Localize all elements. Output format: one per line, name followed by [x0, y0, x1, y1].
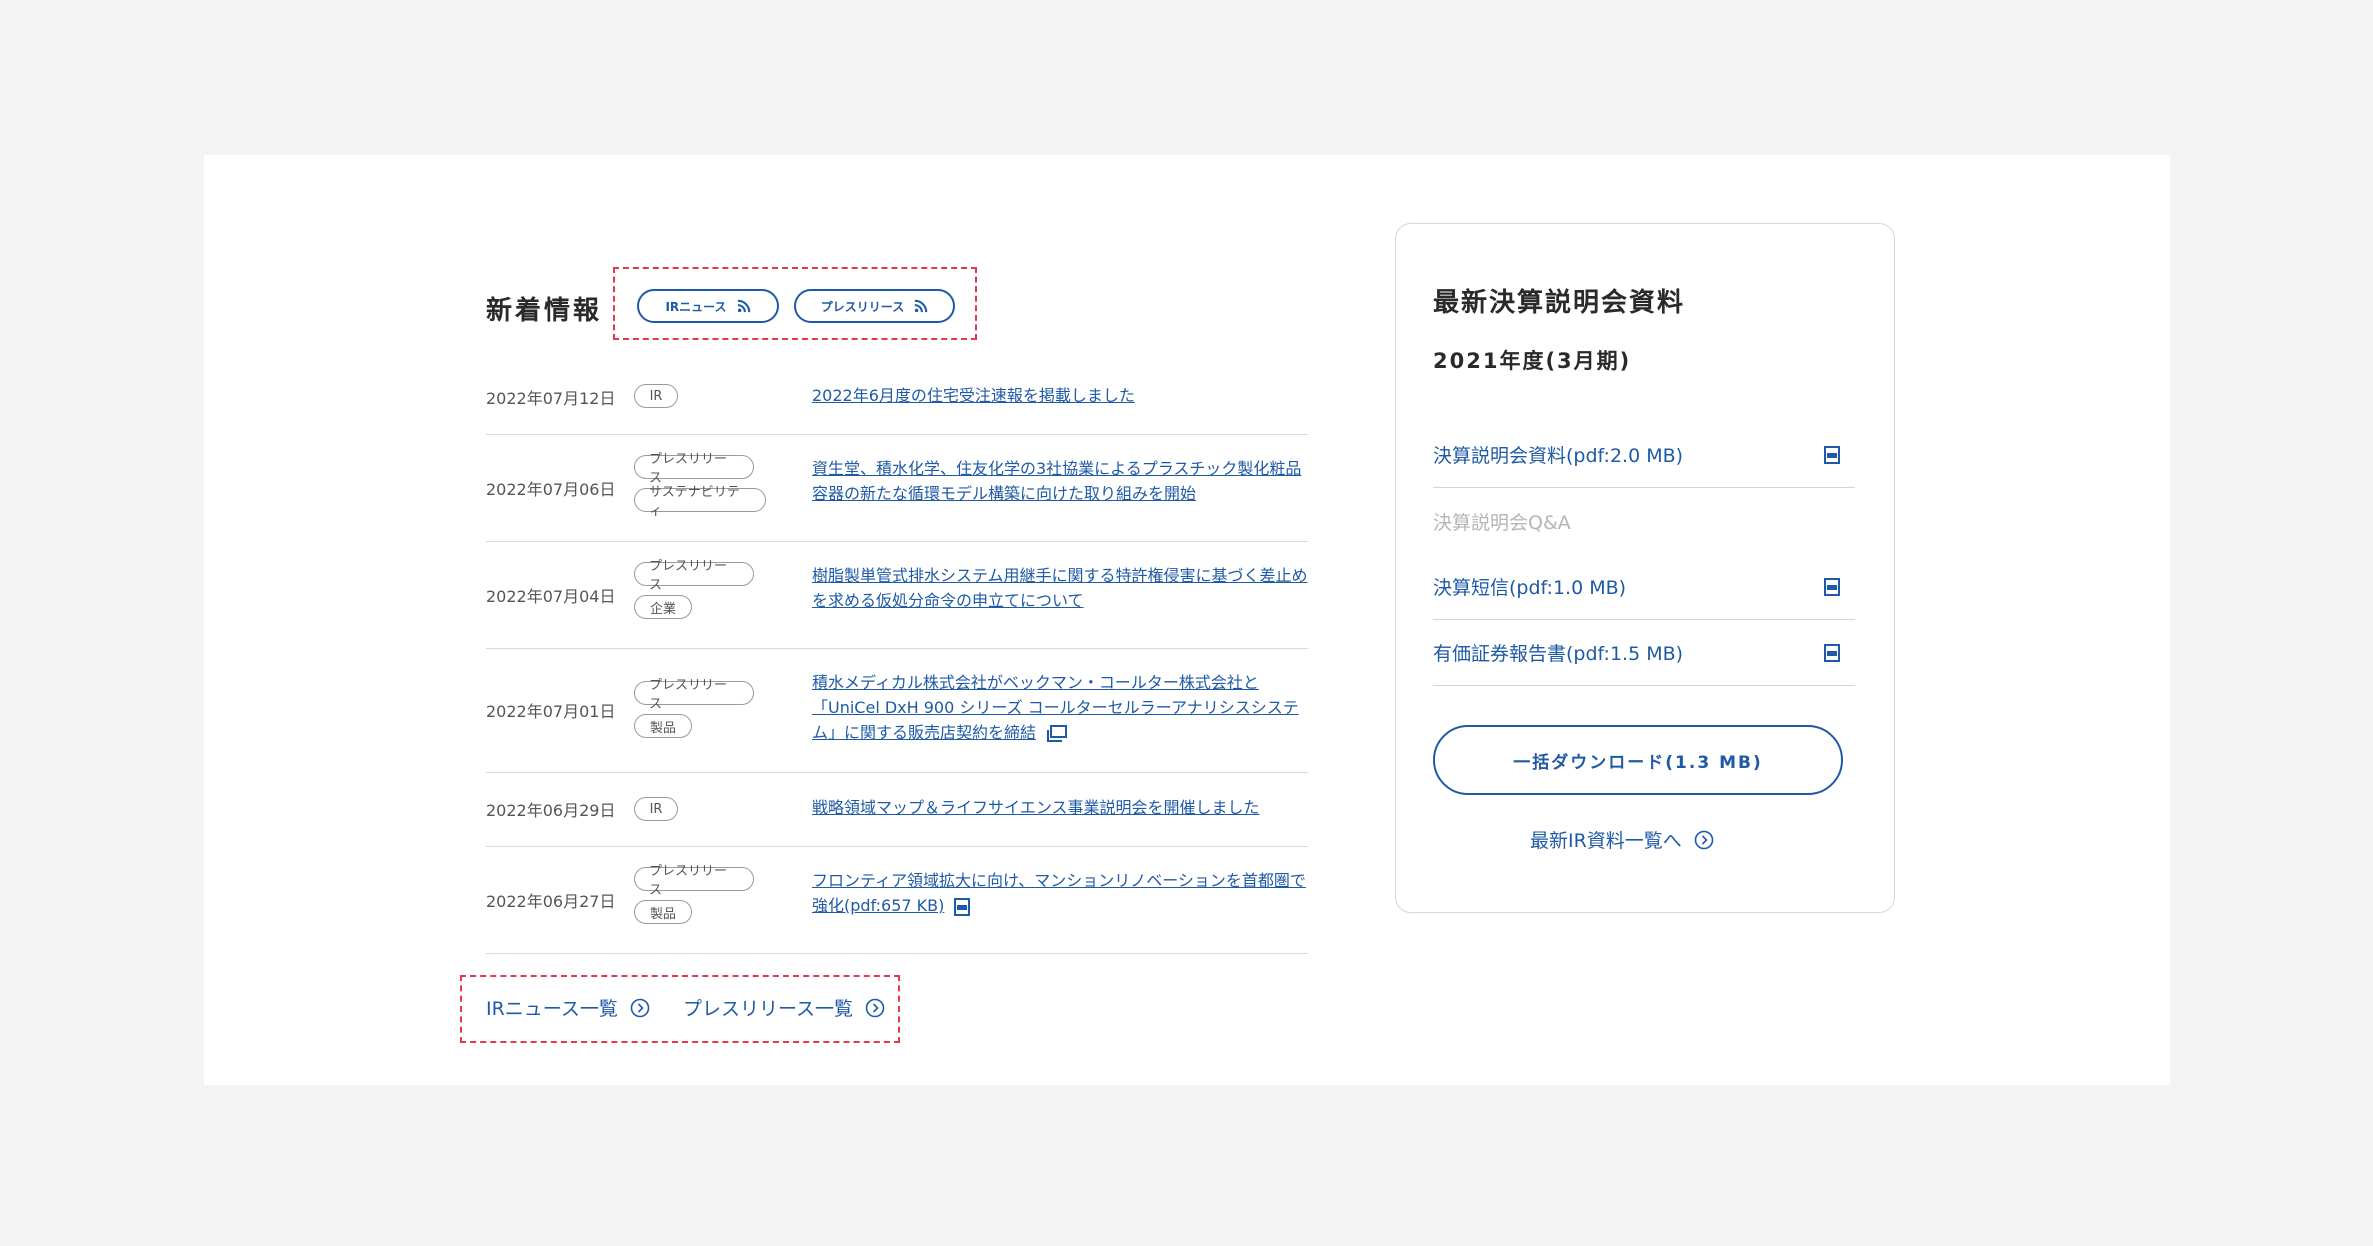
pdf-icon — [1824, 643, 1840, 662]
news-tag: 製品 — [634, 714, 692, 738]
ir-news-rss-label: IRニュース — [665, 299, 727, 314]
rss-icon — [737, 299, 750, 313]
news-title: 新着情報 — [486, 295, 603, 326]
news-row: 2022年06月29日 IR 戦略領域マップ＆ライフサイエンス事業説明会を開催し… — [486, 772, 1308, 847]
news-date: 2022年06月29日 — [486, 801, 616, 820]
press-release-rss-button[interactable]: プレスリリース — [794, 289, 955, 323]
news-row: 2022年07月04日 プレスリリース 企業 樹脂製単管式排水システム用継手に関… — [486, 541, 1308, 649]
news-date: 2022年06月27日 — [486, 892, 616, 911]
circle-chevron-right-icon — [630, 998, 650, 1017]
doc-row-tanshin[interactable]: 決算短信(pdf:1.0 MB) — [1433, 554, 1855, 620]
doc-label: 決算説明会資料(pdf:2.0 MB) — [1433, 445, 1684, 467]
news-link[interactable]: 戦略領域マップ＆ライフサイエンス事業説明会を開催しました — [812, 795, 1308, 820]
news-link[interactable]: 2022年6月度の住宅受注速報を掲載しました — [812, 383, 1308, 408]
news-tag: プレスリリース — [634, 678, 754, 712]
news-tag: プレスリリース — [634, 864, 754, 898]
doc-row-qa: 決算説明会Q&A — [1433, 488, 1855, 554]
press-release-rss-label: プレスリリース — [820, 299, 905, 314]
latest-ir-materials-link[interactable]: 最新IR資料一覧へ — [1530, 826, 1714, 853]
doc-row-presentation[interactable]: 決算説明会資料(pdf:2.0 MB) — [1433, 422, 1855, 488]
circle-chevron-right-icon — [1694, 830, 1714, 849]
news-link[interactable]: フロンティア領域拡大に向け、マンションリノベーションを首都圏で強化(pdf:65… — [812, 868, 1308, 918]
news-tag: サステナビリティ — [634, 485, 766, 519]
news-row: 2022年07月12日 IR 2022年6月度の住宅受注速報を掲載しました — [486, 362, 1308, 435]
news-tag: IR — [634, 797, 678, 821]
news-tag: プレスリリース — [634, 452, 754, 486]
rss-icon — [914, 299, 928, 313]
news-header: 新着情報 — [486, 268, 602, 348]
doc-row-yuho[interactable]: 有価証券報告書(pdf:1.5 MB) — [1433, 620, 1855, 686]
news-tag: 企業 — [634, 595, 692, 619]
news-date: 2022年07月04日 — [486, 587, 616, 606]
news-tag: プレスリリース — [634, 559, 754, 593]
news-date: 2022年07月12日 — [486, 389, 616, 408]
news-link-text: フロンティア領域拡大に向け、マンションリノベーションを首都圏で強化(pdf:65… — [812, 871, 1306, 915]
press-release-list-link[interactable]: プレスリリース一覧 — [683, 994, 885, 1021]
news-row: 2022年07月01日 プレスリリース 製品 積水メディカル株式会社がベックマン… — [486, 648, 1308, 773]
pdf-icon — [1824, 445, 1840, 464]
doc-label: 有価証券報告書(pdf:1.5 MB) — [1433, 643, 1684, 665]
financial-period: 2021年度(3月期) — [1433, 349, 1632, 373]
news-row: 2022年07月06日 プレスリリース サステナビリティ 資生堂、積水化学、住友… — [486, 434, 1308, 542]
news-link[interactable]: 樹脂製単管式排水システム用継手に関する特許権侵害に基づく差止めを求める仮処分命令… — [812, 563, 1308, 613]
financial-title: 最新決算説明会資料 — [1433, 288, 1686, 318]
pdf-icon — [1824, 577, 1840, 596]
news-date: 2022年07月06日 — [486, 480, 616, 499]
pdf-icon — [954, 897, 971, 916]
latest-ir-materials-label: 最新IR資料一覧へ — [1530, 830, 1682, 852]
doc-label: 決算説明会Q&A — [1433, 511, 1571, 534]
news-link[interactable]: 資生堂、積水化学、住友化学の3社協業によるプラスチック製化粧品容器の新たな循環モ… — [812, 456, 1308, 506]
news-link[interactable]: 積水メディカル株式会社がベックマン・コールター株式会社と「UniCel DxH … — [812, 670, 1308, 745]
ir-news-list-link[interactable]: IRニュース一覧 — [486, 994, 650, 1021]
ir-news-rss-button[interactable]: IRニュース — [637, 289, 779, 323]
external-window-icon — [1047, 724, 1068, 742]
doc-label: 決算短信(pdf:1.0 MB) — [1433, 577, 1627, 599]
news-tag: 製品 — [634, 900, 692, 924]
bulk-download-button[interactable]: 一括ダウンロード(1.3 MB) — [1433, 725, 1843, 795]
news-date: 2022年07月01日 — [486, 702, 616, 721]
ir-news-list-label: IRニュース一覧 — [486, 998, 618, 1020]
press-release-list-label: プレスリリース一覧 — [683, 998, 854, 1020]
news-tag: IR — [634, 384, 678, 408]
circle-chevron-right-icon — [865, 998, 885, 1017]
news-row: 2022年06月27日 プレスリリース 製品 フロンティア領域拡大に向け、マンシ… — [486, 846, 1308, 954]
